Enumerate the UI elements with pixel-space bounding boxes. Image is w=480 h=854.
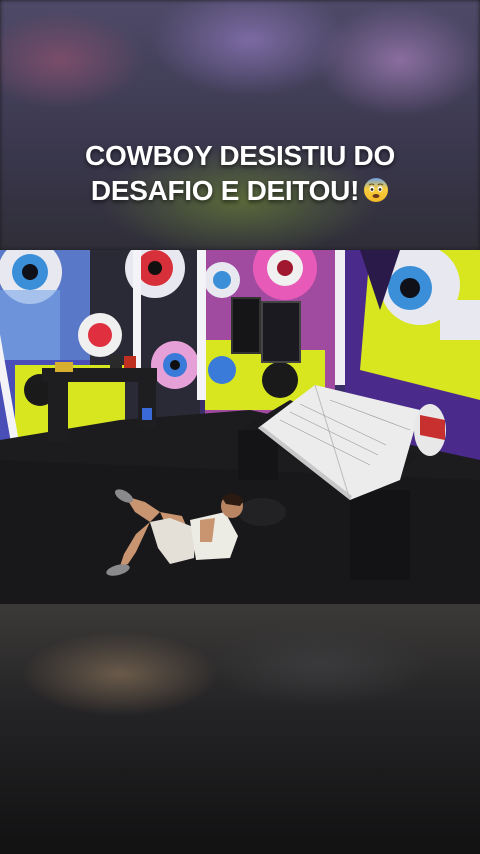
caption-line-2: DESAFIO E DEITOU! — [90, 175, 360, 206]
caption-line-1: COWBOY DESISTIU DO — [85, 140, 395, 171]
blurred-background-bottom — [0, 604, 480, 854]
video-frame-image — [0, 250, 480, 604]
blurred-background-top — [0, 0, 480, 250]
video-frame: COWBOY DESISTIU DO DESAFIO E DEITOU! — [0, 0, 480, 854]
video-caption: COWBOY DESISTIU DO DESAFIO E DEITOU! — [20, 138, 460, 208]
room-scene — [0, 250, 480, 604]
fearful-face-icon — [363, 176, 389, 202]
